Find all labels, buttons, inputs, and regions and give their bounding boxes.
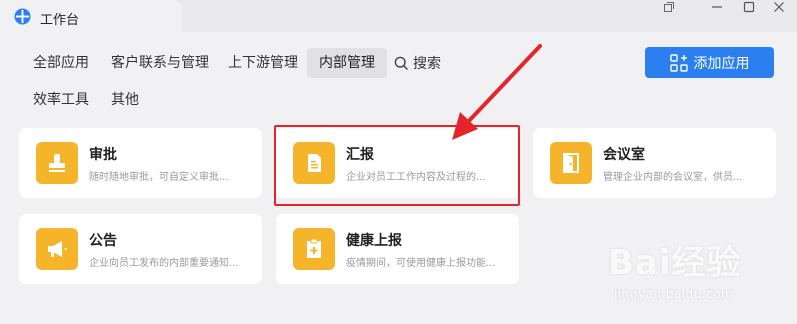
door-icon	[563, 153, 579, 173]
close-button[interactable]	[764, 0, 794, 14]
app-card-health-report[interactable]: 健康上报 疫情期间，可使用健康上报功能...	[276, 214, 519, 284]
tab-internal-management[interactable]: 内部管理	[307, 48, 387, 78]
tab-efficiency-tools[interactable]: 效率工具	[21, 85, 101, 115]
approval-app-icon	[36, 142, 78, 184]
app-title: 审批	[89, 147, 117, 163]
add-app-label: 添加应用	[693, 55, 750, 72]
health-clipboard-icon	[307, 238, 321, 258]
app-title: 公告	[89, 233, 117, 249]
watermark: Bai经验 jingyan.baidu.com	[600, 235, 792, 307]
meeting-room-app-icon	[550, 142, 592, 184]
megaphone-icon	[48, 241, 67, 257]
window-title: 工作台	[40, 13, 80, 28]
search-label: 搜索	[413, 56, 441, 72]
pin-icon	[664, 2, 674, 12]
app-title: 汇报	[346, 147, 374, 163]
tab-all-apps[interactable]: 全部应用	[21, 48, 101, 78]
pin-window-button[interactable]	[654, 0, 684, 14]
report-app-icon	[293, 142, 335, 184]
app-description: 随时随地审批，可自定义审批...	[89, 172, 229, 183]
tab-customer-management[interactable]: 客户联系与管理	[99, 48, 221, 78]
announcement-app-icon	[36, 228, 78, 270]
stamp-icon	[49, 154, 65, 172]
app-card-announcement[interactable]: 公告 企业向员工发布的内部重要通知...	[19, 214, 262, 284]
minimize-button[interactable]	[702, 0, 732, 14]
report-icon	[308, 154, 321, 172]
title-bar: 工作台	[0, 0, 797, 34]
watermark-brand: Bai经验	[608, 243, 742, 283]
app-title: 会议室	[603, 147, 645, 163]
tab-other[interactable]: 其他	[99, 85, 151, 115]
tab-supply-chain[interactable]: 上下游管理	[216, 48, 310, 78]
search-icon	[394, 56, 408, 70]
search-button[interactable]: 搜索	[394, 48, 441, 78]
workbench-logo-icon	[14, 8, 31, 25]
health-report-app-icon	[293, 228, 335, 270]
app-card-approval[interactable]: 审批 随时随地审批，可自定义审批...	[19, 128, 262, 198]
window-tab[interactable]: 工作台	[0, 0, 182, 34]
maximize-icon	[743, 1, 755, 13]
watermark-url: jingyan.baidu.com	[614, 287, 734, 301]
app-title: 健康上报	[346, 233, 402, 249]
app-card-report[interactable]: 汇报 企业对员工工作内容及过程的...	[276, 128, 519, 198]
close-icon	[774, 2, 784, 12]
app-card-meeting-room[interactable]: 会议室 管理企业内部的会议室，供员...	[533, 128, 776, 198]
app-description: 管理企业内部的会议室，供员...	[603, 172, 743, 183]
add-app-icon	[669, 53, 688, 72]
minimize-icon	[712, 6, 722, 8]
app-description: 企业向员工发布的内部重要通知...	[89, 258, 239, 269]
add-app-button[interactable]: 添加应用	[645, 47, 774, 78]
app-description: 企业对员工工作内容及过程的...	[346, 172, 486, 183]
app-description: 疫情期间，可使用健康上报功能...	[346, 258, 496, 269]
maximize-button[interactable]	[734, 0, 764, 14]
